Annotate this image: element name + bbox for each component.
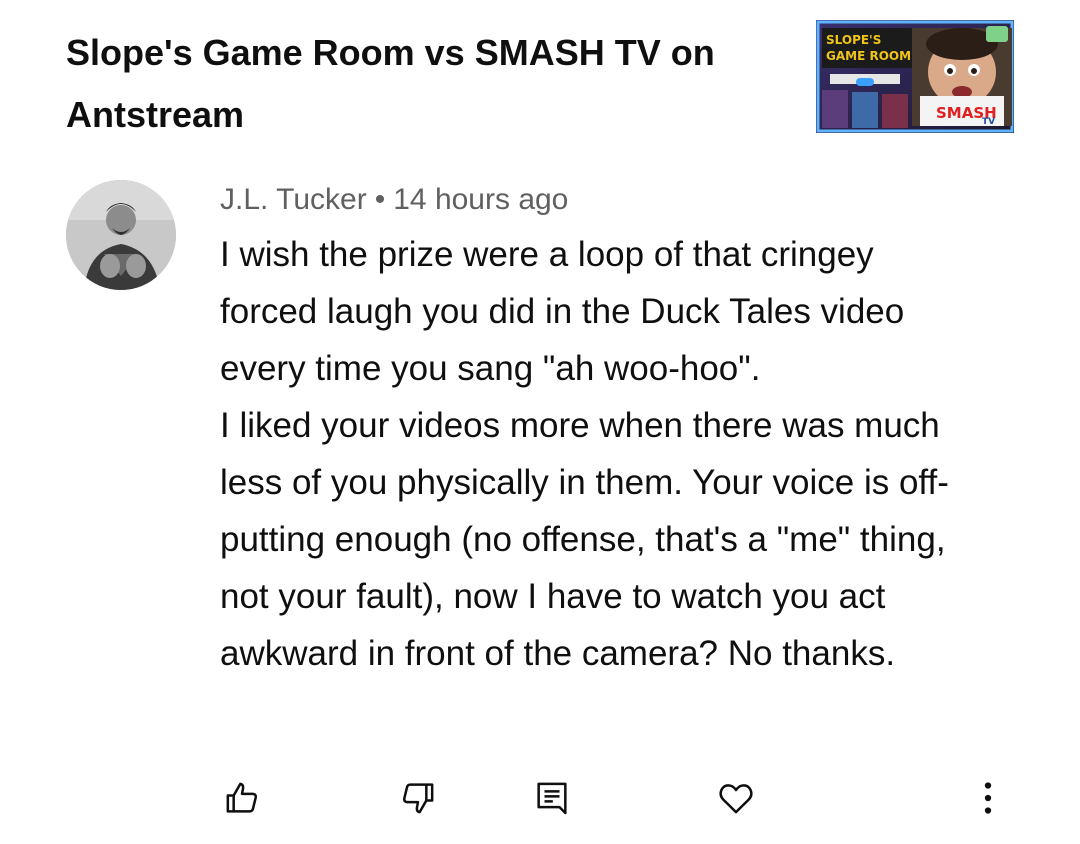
thumbs-down-icon [402, 783, 434, 814]
thumbnail-logo-line1: SLOPE'S [826, 33, 881, 47]
heart-button[interactable] [712, 774, 760, 822]
video-thumbnail[interactable]: SLOPE'S GAME ROOM SMASH TV [816, 20, 1014, 133]
more-button[interactable] [964, 774, 1012, 822]
video-title[interactable]: Slope's Game Room vs SMASH TV on Antstre… [66, 22, 766, 146]
thumbnail-logo-line2: GAME ROOM [826, 49, 911, 63]
comment-author[interactable]: J.L. Tucker [220, 183, 367, 216]
thumbnail-game-logo-sub: TV [982, 117, 995, 127]
reply-button[interactable] [528, 774, 576, 822]
comment-reply-icon [537, 782, 567, 815]
thumbs-up-icon [226, 782, 258, 813]
avatar[interactable] [66, 180, 176, 290]
avatar-image [66, 180, 176, 290]
comment-paragraph: I liked your videos more when there was … [220, 406, 949, 673]
comment-paragraph: I wish the prize were a loop of that cri… [220, 235, 905, 388]
heart-icon [719, 784, 753, 814]
more-vertical-icon [984, 782, 992, 814]
comment-time: 14 hours ago [393, 183, 569, 216]
like-button[interactable] [218, 774, 266, 822]
thumbnail-image: SLOPE'S GAME ROOM SMASH TV [816, 20, 1014, 133]
comment-header: J.L. Tucker • 14 hours ago [220, 180, 568, 220]
dislike-button[interactable] [394, 774, 442, 822]
meta-separator: • [374, 183, 386, 216]
comment-text: I wish the prize were a loop of that cri… [220, 226, 980, 682]
